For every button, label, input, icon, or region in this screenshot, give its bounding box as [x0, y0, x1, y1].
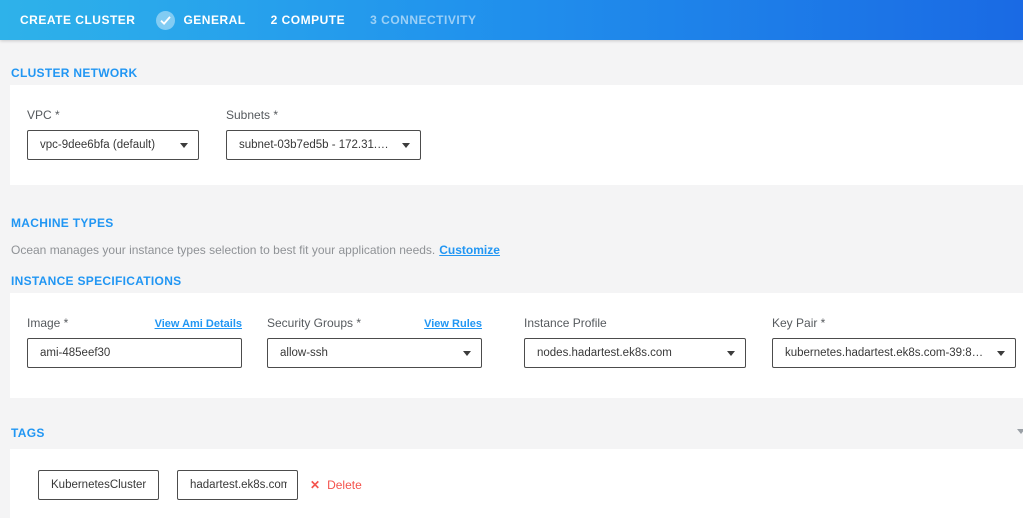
machine-types-description: Ocean manages your instance types select…	[0, 243, 1023, 257]
caret-down-icon	[402, 143, 410, 148]
key-pair-label: Key Pair *	[772, 317, 1016, 330]
page-title: CREATE CLUSTER	[20, 13, 135, 27]
vpc-label: VPC *	[27, 109, 199, 122]
subnets-field: Subnets * subnet-03b7ed5b - 172.31.0.0/2…	[226, 109, 421, 185]
security-groups-field: Security Groups * View Rules allow-ssh	[267, 317, 482, 398]
tag-row: ✕ Delete	[38, 470, 362, 500]
key-pair-field: Key Pair * kubernetes.hadartest.ek8s.com…	[772, 317, 1016, 398]
customize-link[interactable]: Customize	[439, 243, 500, 257]
caret-down-icon	[180, 143, 188, 148]
check-circle-icon	[156, 11, 175, 30]
vpc-field: VPC * vpc-9dee6bfa (default)	[27, 109, 199, 185]
instance-profile-selected-value: nodes.hadartest.ek8s.com	[537, 347, 672, 359]
machine-types-heading: MACHINE TYPES	[0, 217, 1023, 229]
tags-heading: TAGS	[0, 427, 1023, 439]
view-rules-link[interactable]: View Rules	[424, 318, 482, 330]
vpc-selected-value: vpc-9dee6bfa (default)	[40, 139, 155, 151]
step-connectivity-label: 3 CONNECTIVITY	[370, 13, 476, 27]
delete-tag-label: Delete	[327, 478, 362, 492]
view-ami-details-link[interactable]: View Ami Details	[155, 318, 242, 330]
security-groups-select[interactable]: allow-ssh	[267, 338, 482, 368]
tag-key-input[interactable]	[38, 470, 159, 500]
vpc-select[interactable]: vpc-9dee6bfa (default)	[27, 130, 199, 160]
key-pair-selected-value: kubernetes.hadartest.ek8s.com-39:84:a5:9…	[785, 347, 989, 359]
instance-profile-field: Instance Profile nodes.hadartest.ek8s.co…	[524, 317, 746, 398]
key-pair-select[interactable]: kubernetes.hadartest.ek8s.com-39:84:a5:9…	[772, 338, 1016, 368]
wizard-topbar: CREATE CLUSTER GENERAL 2 COMPUTE 3 CONNE…	[0, 0, 1023, 40]
subnets-selected-value: subnet-03b7ed5b - 172.31.0.0/20 ...	[239, 139, 394, 151]
step-general-label: GENERAL	[183, 13, 245, 27]
image-field: Image * View Ami Details	[27, 317, 242, 398]
caret-down-icon	[997, 351, 1005, 356]
tags-collapse-icon[interactable]	[1017, 429, 1023, 434]
subnets-label: Subnets *	[226, 109, 421, 122]
security-groups-label: Security Groups *	[267, 317, 361, 330]
subnets-select[interactable]: subnet-03b7ed5b - 172.31.0.0/20 ...	[226, 130, 421, 160]
instance-specifications-heading: INSTANCE SPECIFICATIONS	[0, 275, 1023, 287]
cluster-network-card: VPC * vpc-9dee6bfa (default) Subnets * s…	[10, 85, 1023, 185]
delete-x-icon: ✕	[310, 479, 320, 491]
caret-down-icon	[463, 351, 471, 356]
instance-profile-label: Instance Profile	[524, 317, 746, 330]
step-compute[interactable]: 2 COMPUTE	[271, 13, 346, 27]
tag-value-input[interactable]	[177, 470, 298, 500]
security-groups-selected-value: allow-ssh	[280, 347, 328, 359]
cluster-network-heading: CLUSTER NETWORK	[0, 67, 1023, 79]
instance-profile-select[interactable]: nodes.hadartest.ek8s.com	[524, 338, 746, 368]
instance-specifications-card: Image * View Ami Details Security Groups…	[10, 293, 1023, 398]
step-connectivity[interactable]: 3 CONNECTIVITY	[370, 13, 476, 27]
wizard-body: CLUSTER NETWORK VPC * vpc-9dee6bfa (defa…	[0, 67, 1023, 518]
caret-down-icon	[727, 351, 735, 356]
image-input[interactable]	[27, 338, 242, 368]
tags-card: ✕ Delete	[10, 449, 1023, 518]
delete-tag-button[interactable]: ✕ Delete	[310, 470, 362, 500]
step-compute-label: 2 COMPUTE	[271, 13, 346, 27]
wizard-steps: GENERAL 2 COMPUTE 3 CONNECTIVITY	[156, 11, 501, 30]
step-general[interactable]: GENERAL	[156, 11, 245, 30]
image-label: Image *	[27, 317, 68, 330]
machine-types-description-text: Ocean manages your instance types select…	[11, 243, 435, 257]
